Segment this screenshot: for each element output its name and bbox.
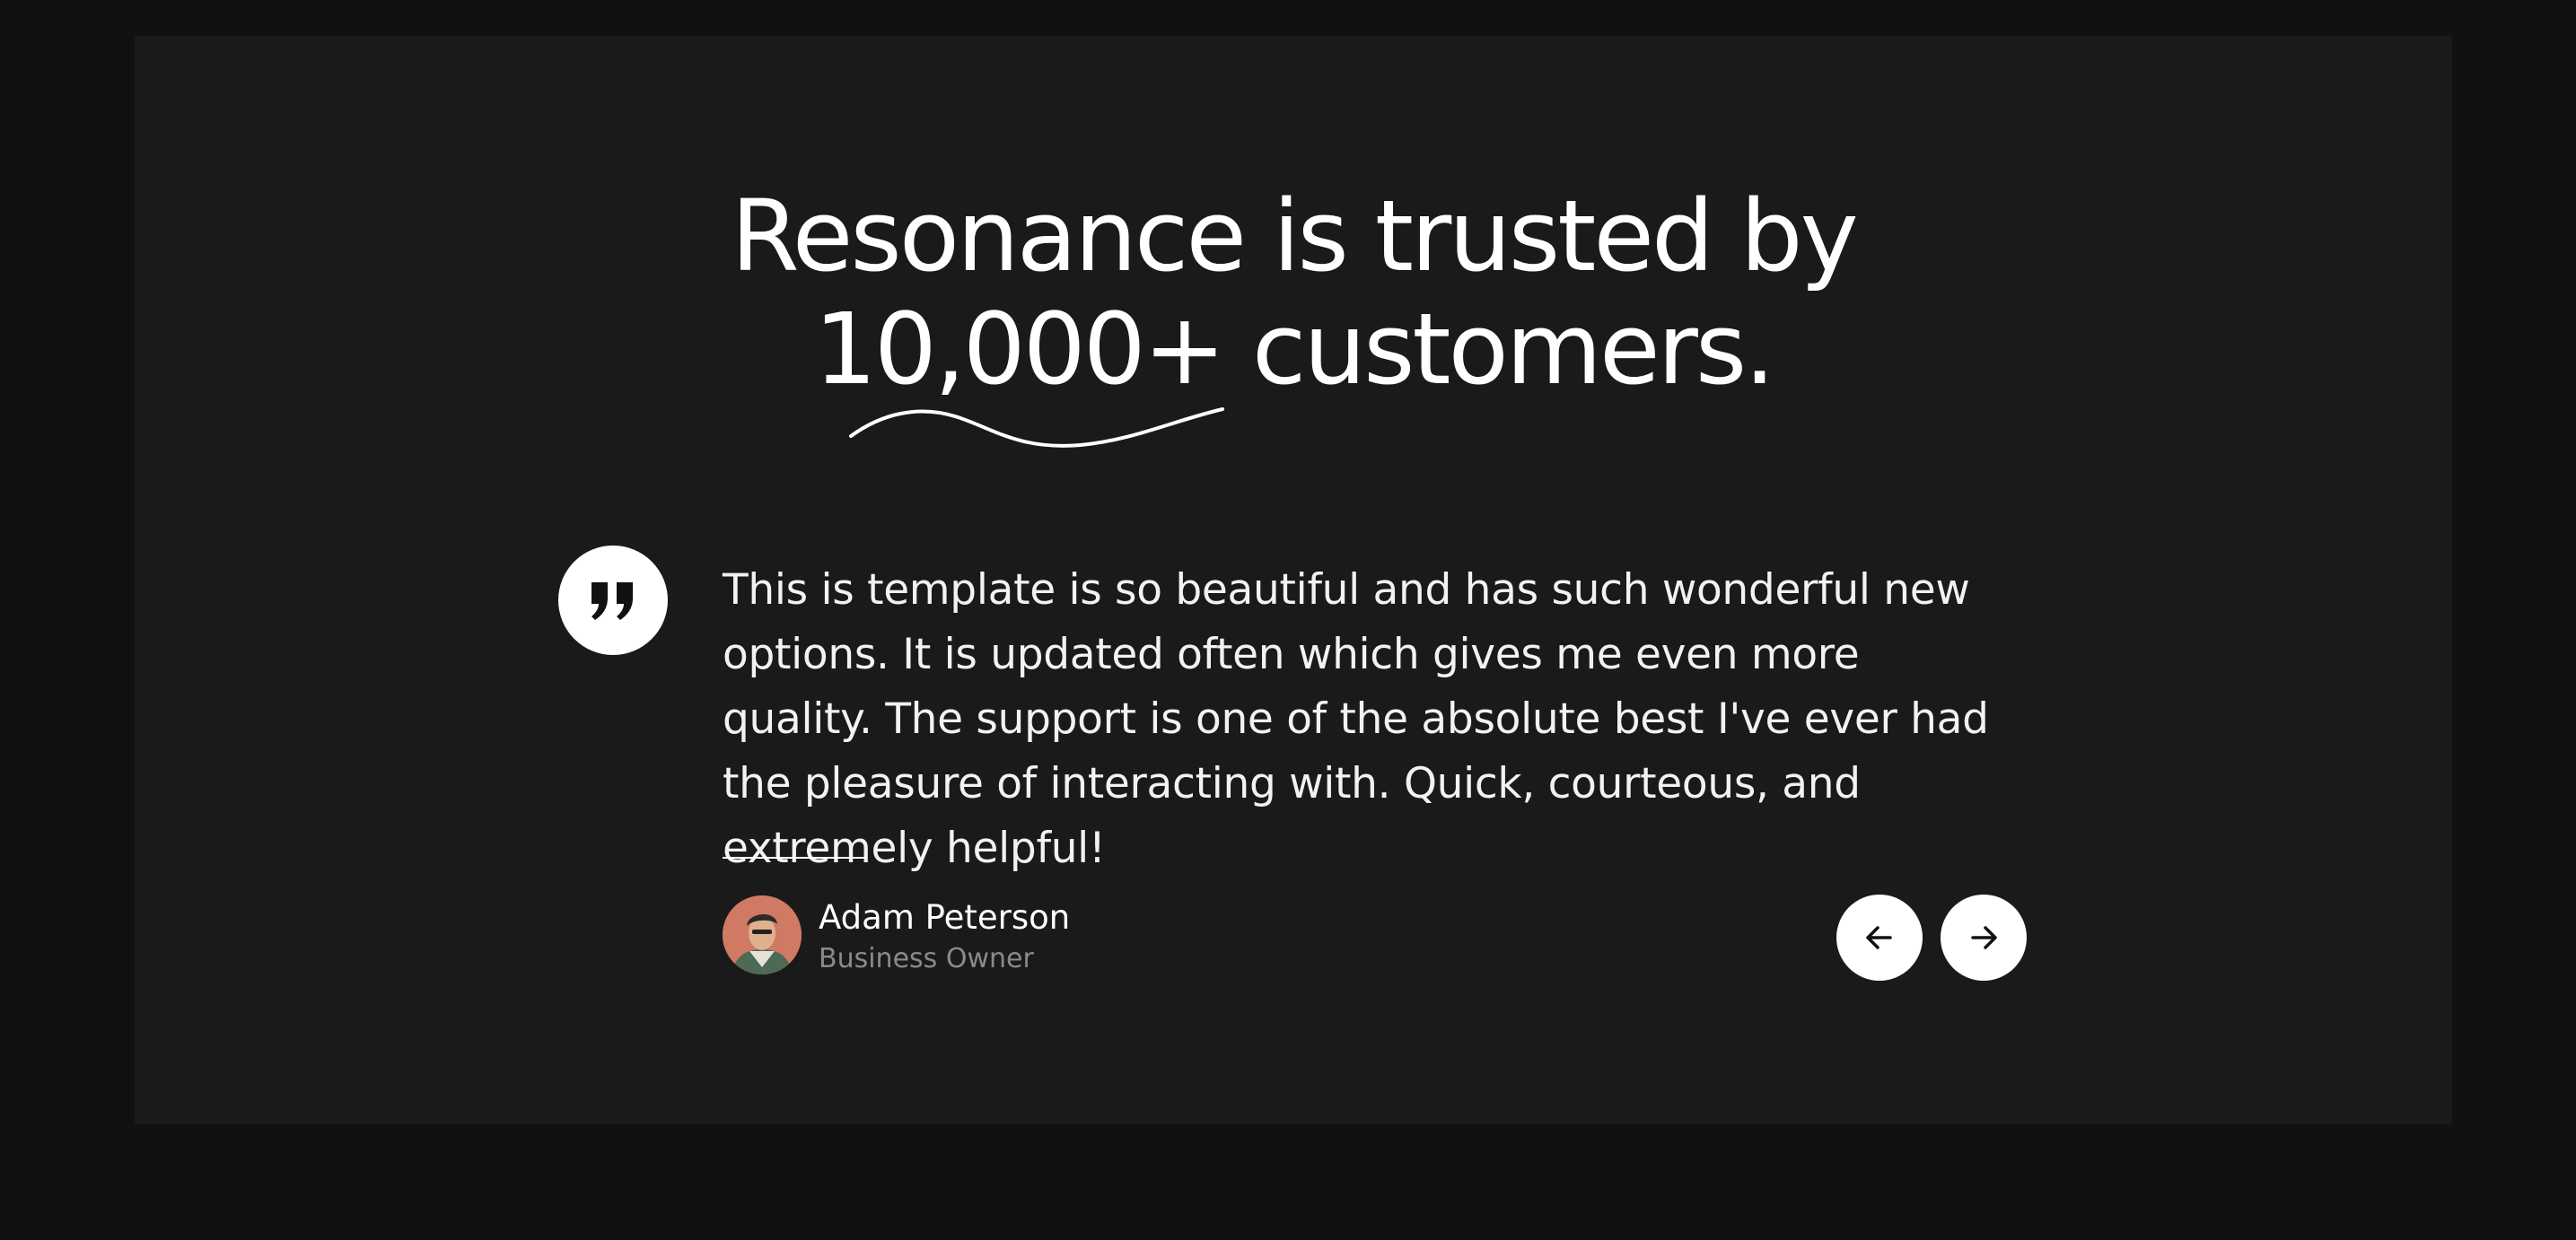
testimonial-section: Resonance is trusted by 10,000+ customer… — [135, 36, 2452, 1124]
divider — [723, 857, 866, 859]
heading-line-2: 10,000+ customers. — [135, 293, 2452, 406]
avatar-image — [723, 895, 802, 974]
arrow-right-icon — [1971, 926, 1997, 949]
heading-line-2-rest: customers. — [1222, 292, 1775, 406]
author-role: Business Owner — [819, 943, 1034, 974]
section-heading: Resonance is trusted by 10,000+ customer… — [135, 179, 2452, 406]
author-name: Adam Peterson — [819, 898, 1071, 937]
arrow-left-icon — [1866, 926, 1892, 949]
previous-button[interactable] — [1836, 895, 1923, 981]
next-button[interactable] — [1941, 895, 2027, 981]
heading-line-1: Resonance is trusted by — [731, 179, 1858, 293]
highlight-underline — [849, 407, 1224, 448]
quote-icon — [591, 582, 633, 620]
avatar — [723, 895, 802, 974]
testimonial-quote: This is template is so beautiful and has… — [723, 565, 1989, 873]
quote-badge — [558, 546, 668, 655]
